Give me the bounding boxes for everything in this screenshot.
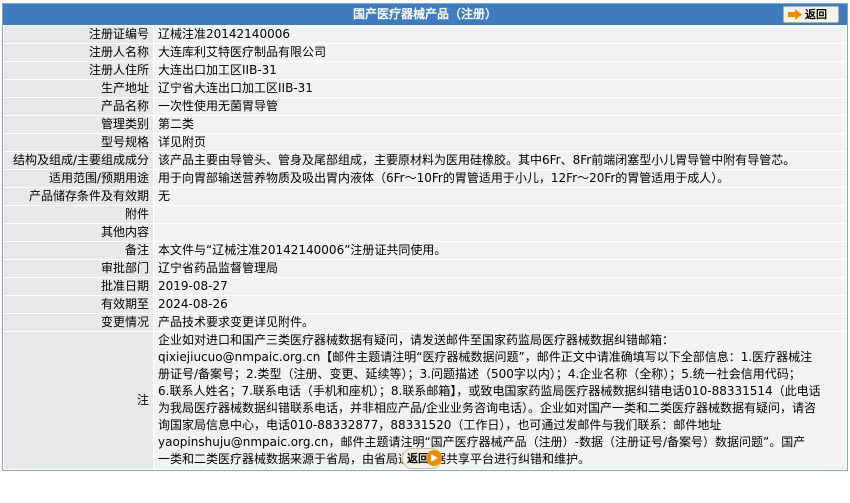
- title-bar: 国产医疗器械产品（注册） 返回: [3, 4, 847, 25]
- note-line: 为我局医疗器械数据纠错联系电话，并非相应产品/企业业务咨询电话）。企业如对国产一…: [158, 401, 817, 415]
- field-label: 附件: [3, 205, 154, 224]
- field-value: 辽宁省大连出口加工区IIB-31: [153, 79, 847, 98]
- field-value: 本文件与“辽械注准20142140006”注册证共同使用。: [153, 241, 847, 260]
- back-button-top-label: 返回: [805, 8, 827, 21]
- detail-row: 适用范围/预期用途 用于向胃部输送营养物质及吸出胃内液体（6Fr～10Fr的胃管适…: [3, 169, 847, 188]
- field-value: 2024-08-26: [153, 295, 847, 314]
- back-circle-icon: [426, 450, 442, 466]
- field-label: 批准日期: [3, 277, 154, 296]
- field-label: 管理类别: [3, 115, 154, 134]
- field-label: 型号规格: [3, 133, 154, 152]
- field-label: 注册人住所: [3, 61, 154, 80]
- field-value: 第二类: [153, 115, 847, 134]
- field-label: 注册证编号: [3, 25, 154, 44]
- detail-row: 批准日期 2019-08-27: [3, 277, 847, 296]
- note-line: 企业如对进口和国产三类医疗器械数据有疑问，请发送邮件至国家药监局医疗器械数据纠错…: [158, 333, 675, 347]
- field-label: 变更情况: [3, 313, 154, 332]
- field-label: 注册人名称: [3, 43, 154, 62]
- product-detail-panel: 国产医疗器械产品（注册） 返回 注册证编号 辽械注准20142140006 注册人名…: [2, 3, 848, 471]
- note-line: qixiejiucuo@nmpaic.org.cn【邮件主题请注明“医疗器械数据…: [158, 350, 813, 364]
- field-value: 一次性使用无菌胃导管: [153, 97, 847, 116]
- field-label: 有效期至: [3, 295, 154, 314]
- detail-row: 产品名称 一次性使用无菌胃导管: [3, 97, 847, 116]
- bottom-bar: 返回: [2, 448, 848, 471]
- detail-row: 备注 本文件与“辽械注准20142140006”注册证共同使用。: [3, 241, 847, 260]
- note-line: 询国家局信息中心，电话010-88332877，88331520（工作日），也可…: [158, 418, 722, 432]
- field-value: 用于向胃部输送营养物质及吸出胃内液体（6Fr～10Fr的胃管适用于小儿，12Fr…: [153, 169, 847, 188]
- field-label: 产品储存条件及有效期: [3, 187, 154, 206]
- detail-row: 生产地址 辽宁省大连出口加工区IIB-31: [3, 79, 847, 98]
- field-label: 生产地址: [3, 79, 154, 98]
- back-button-top[interactable]: 返回: [783, 6, 839, 23]
- detail-row: 附件: [3, 205, 847, 224]
- page-title: 国产医疗器械产品（注册）: [352, 7, 497, 21]
- note-line: 6.联系人姓名；7.联系电话（手机和座机）；8.联系邮箱】，或致电国家药监局医疗…: [158, 384, 821, 398]
- field-label: 结构及组成/主要组成成分: [3, 151, 154, 170]
- field-value: 产品技术要求变更详见附件。: [153, 313, 847, 332]
- detail-row: 管理类别 第二类: [3, 115, 847, 134]
- detail-row: 产品储存条件及有效期无: [3, 187, 847, 206]
- detail-row: 其他内容: [3, 223, 847, 242]
- detail-row: 注册证编号 辽械注准20142140006: [3, 25, 847, 44]
- field-value: 该产品主要由导管头、管身及尾部组成，主要原材料为医用硅橡胶。其中6Fr、8Fr前…: [153, 151, 847, 170]
- field-label: 审批部门: [3, 259, 154, 278]
- field-value: [153, 205, 847, 224]
- arrow-right-icon: [788, 9, 802, 20]
- field-value: [153, 223, 847, 242]
- field-label: 产品名称: [3, 97, 154, 116]
- field-value: 无: [153, 187, 847, 206]
- field-value: 大连库利艾特医疗制品有限公司: [153, 43, 847, 62]
- detail-row: 有效期至 2024-08-26: [3, 295, 847, 314]
- field-label: 适用范围/预期用途: [3, 169, 154, 188]
- field-label: 备注: [3, 241, 154, 260]
- field-value: 详见附页: [153, 133, 847, 152]
- field-label: 其他内容: [3, 223, 154, 242]
- field-value: 大连出口加工区IIB-31: [153, 61, 847, 80]
- detail-table: 注册证编号 辽械注准20142140006 注册人名称 大连库利艾特医疗制品有限公司注…: [3, 25, 847, 470]
- field-value: 辽宁省药品监督管理局: [153, 259, 847, 278]
- field-value: 辽械注准20142140006: [153, 25, 847, 44]
- field-value: 2019-08-27: [153, 277, 847, 296]
- note-line: 册证号/备案号；2.类型（注册、变更、延续等）；3.问题描述（500字以内）；4…: [158, 367, 801, 381]
- detail-row: 结构及组成/主要组成成分 该产品主要由导管头、管身及尾部组成，主要原材料为医用硅橡…: [3, 151, 847, 170]
- detail-row: 审批部门 辽宁省药品监督管理局: [3, 259, 847, 278]
- back-button-bottom[interactable]: 返回: [402, 448, 442, 469]
- detail-row: 注册人名称 大连库利艾特医疗制品有限公司: [3, 43, 847, 62]
- detail-row: 变更情况 产品技术要求变更详见附件。: [3, 313, 847, 332]
- detail-row: 型号规格 详见附页: [3, 133, 847, 152]
- detail-row: 注册人住所 大连出口加工区IIB-31: [3, 61, 847, 80]
